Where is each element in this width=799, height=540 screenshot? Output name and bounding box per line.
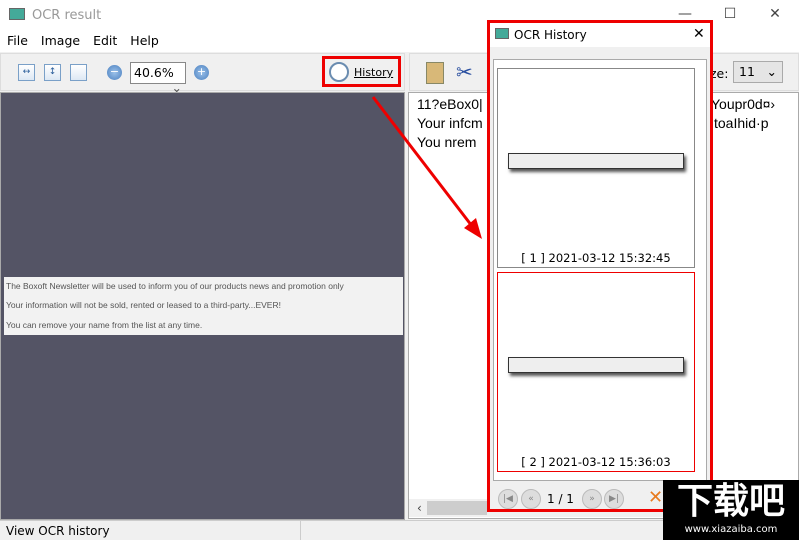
dialog-title: OCR History xyxy=(514,28,587,42)
close-button[interactable]: ✕ xyxy=(760,6,790,22)
fit-width-icon[interactable]: ↔ xyxy=(18,64,35,81)
history-thumbnail xyxy=(508,357,684,373)
menu-help[interactable]: Help xyxy=(123,30,165,48)
image-line: You can remove your name from the list a… xyxy=(6,320,203,330)
app-icon xyxy=(9,8,25,20)
annotation-arrow xyxy=(371,96,482,239)
history-thumbnail xyxy=(508,153,684,169)
fit-height-icon[interactable]: ↕ xyxy=(44,64,61,81)
scanned-image: The Boxoft Newsletter will be used to in… xyxy=(4,277,403,335)
image-toolbar: ↔ ↕ − 40.6% ⌄ + History xyxy=(0,53,405,95)
image-line: The Boxoft Newsletter will be used to in… xyxy=(6,281,344,291)
watermark-logo: 下载吧 www.xiazaiba.com xyxy=(663,480,799,540)
menu-image[interactable]: Image xyxy=(34,30,86,48)
font-size-select[interactable]: 11 ⌄ xyxy=(733,61,783,83)
history-caption: [ 2 ] 2021-03-12 15:36:03 xyxy=(521,455,671,469)
status-text: View OCR history xyxy=(6,524,110,538)
text-icon[interactable] xyxy=(426,62,444,84)
ocr-history-dialog: OCR History ✕ [ 1 ] 2021-03-12 15:32:45 … xyxy=(487,20,713,512)
history-item[interactable]: [ 2 ] 2021-03-12 15:36:03 xyxy=(497,272,695,472)
menu-edit[interactable]: Edit xyxy=(86,30,123,48)
clock-icon xyxy=(329,62,349,82)
zoom-value: 40.6% xyxy=(134,65,174,80)
scissors-icon[interactable]: ✂ xyxy=(456,60,473,84)
last-page-icon[interactable]: ▶| xyxy=(604,489,624,509)
dialog-title-bar: OCR History ✕ xyxy=(490,23,710,47)
ocr-line: toaIhid·p xyxy=(714,115,769,131)
history-item[interactable]: [ 1 ] 2021-03-12 15:32:45 xyxy=(497,68,695,268)
maximize-button[interactable]: ☐ xyxy=(715,6,745,22)
delete-icon[interactable]: ✕ xyxy=(648,487,663,508)
ocr-line: Youpr0d¤› xyxy=(711,96,776,112)
prev-page-icon[interactable]: « xyxy=(521,489,541,509)
menu-file[interactable]: File xyxy=(0,30,34,48)
zoom-select[interactable]: 40.6% ⌄ xyxy=(130,62,186,95)
next-page-icon[interactable]: » xyxy=(582,489,602,509)
first-page-icon[interactable]: |◀ xyxy=(498,489,518,509)
history-button[interactable]: History xyxy=(322,56,401,87)
actual-size-icon[interactable] xyxy=(70,64,87,81)
window-title: OCR result xyxy=(32,8,102,23)
zoom-in-icon[interactable]: + xyxy=(194,65,209,80)
zoom-out-icon[interactable]: − xyxy=(107,65,122,80)
font-size-value: 11 xyxy=(739,64,755,79)
image-line: Your information will not be sold, rente… xyxy=(6,300,281,310)
history-caption: [ 1 ] 2021-03-12 15:32:45 xyxy=(521,251,671,265)
page-indicator: 1 / 1 xyxy=(547,492,574,506)
dialog-close-button[interactable]: ✕ xyxy=(693,26,705,42)
history-list[interactable]: [ 1 ] 2021-03-12 15:32:45 [ 2 ] 2021-03-… xyxy=(493,59,707,481)
history-label: History xyxy=(354,66,394,79)
app-icon xyxy=(495,28,509,39)
image-view[interactable]: The Boxoft Newsletter will be used to in… xyxy=(0,92,405,520)
